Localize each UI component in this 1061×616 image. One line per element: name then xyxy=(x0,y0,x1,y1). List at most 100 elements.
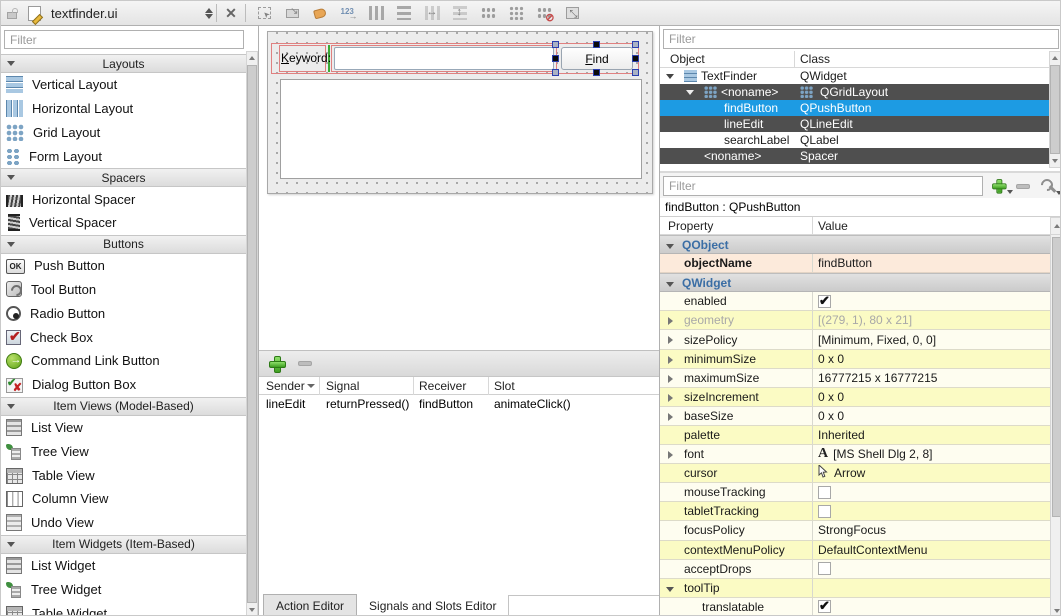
widget-box-item-list-view[interactable]: List View xyxy=(1,416,246,440)
object-inspector-row-lineEdit[interactable]: lineEditQLineEdit xyxy=(660,116,1049,132)
widget-box-section-buttons[interactable]: Buttons xyxy=(1,235,246,254)
widget-box-item-form-layout[interactable]: Form Layout xyxy=(1,144,246,168)
edit-tab-order-icon[interactable] xyxy=(338,3,358,23)
layout-horizontally-icon[interactable] xyxy=(366,3,386,23)
object-inspector-row-noname[interactable]: <noname>Spacer xyxy=(660,148,1049,164)
signals-column-header-signal[interactable]: Signal xyxy=(326,379,359,393)
expand-arrow-icon[interactable] xyxy=(668,375,673,383)
remove-connection-button[interactable] xyxy=(298,361,312,366)
scroll-up-icon[interactable] xyxy=(1050,52,1060,64)
adjust-size-icon[interactable] xyxy=(562,3,582,23)
property-value[interactable]: Inherited xyxy=(818,428,865,442)
edit-widgets-icon[interactable] xyxy=(254,3,274,23)
property-row-sizepolicy[interactable]: sizePolicy[Minimum, Fixed, 0, 0] xyxy=(660,330,1050,349)
widget-box-section-spacers[interactable]: Spacers xyxy=(1,168,246,187)
widget-box-item-table-view[interactable]: Table View xyxy=(1,463,246,487)
layout-vertical-splitter-icon[interactable] xyxy=(450,3,470,23)
widget-box-item-tool-button[interactable]: Tool Button xyxy=(1,278,246,302)
property-value[interactable]: StrongFocus xyxy=(818,523,886,537)
property-row-palette[interactable]: paletteInherited xyxy=(660,426,1050,445)
edit-document-icon[interactable] xyxy=(24,3,44,23)
property-row-contextmenupolicy[interactable]: contextMenuPolicyDefaultContextMenu xyxy=(660,541,1050,560)
expand-arrow-icon[interactable] xyxy=(668,413,673,421)
edit-buddies-icon[interactable] xyxy=(310,3,330,23)
property-row-tooltip[interactable]: toolTip xyxy=(660,579,1050,598)
widget-box-item-table-widget[interactable]: Table Widget xyxy=(1,601,246,616)
column-divider[interactable] xyxy=(488,377,489,395)
checkbox-checked-icon[interactable] xyxy=(818,600,831,613)
property-value[interactable]: 0 x 0 xyxy=(818,390,844,404)
checkbox-unchecked-icon[interactable] xyxy=(818,562,831,575)
lock-icon[interactable] xyxy=(2,3,22,23)
object-inspector-row-noname[interactable]: <noname>QGridLayout xyxy=(660,84,1049,100)
property-value[interactable]: DefaultContextMenu xyxy=(818,543,927,557)
break-layout-icon[interactable] xyxy=(534,3,554,23)
selection-handle[interactable] xyxy=(632,41,639,48)
expand-arrow-icon[interactable] xyxy=(668,317,673,325)
widget-box-section-item-widgets-item-based-[interactable]: Item Widgets (Item-Based) xyxy=(1,535,246,554)
sort-arrow-icon[interactable] xyxy=(307,384,315,388)
property-value[interactable]: 0 x 0 xyxy=(818,352,844,366)
property-scrollbar-thumb[interactable] xyxy=(1052,237,1061,517)
property-value[interactable] xyxy=(818,505,831,518)
selection-handle[interactable] xyxy=(632,69,639,76)
document-selector-spinner[interactable] xyxy=(205,8,213,19)
result-textedit[interactable] xyxy=(280,79,642,179)
keyword-label[interactable]: Keyword: xyxy=(281,51,331,65)
widget-box-scrollbar[interactable] xyxy=(246,51,258,616)
widget-box-item-tree-view[interactable]: Tree View xyxy=(1,439,246,463)
property-row-geometry[interactable]: geometry[(279, 1), 80 x 21] xyxy=(660,311,1050,330)
signals-cell[interactable]: findButton xyxy=(419,397,473,411)
widget-box-scrollbar-thumb[interactable] xyxy=(247,65,257,603)
property-row-sizeincrement[interactable]: sizeIncrement0 x 0 xyxy=(660,388,1050,407)
class-column-header[interactable]: Class xyxy=(800,52,830,66)
property-row-basesize[interactable]: baseSize0 x 0 xyxy=(660,407,1050,426)
add-connection-button[interactable] xyxy=(268,355,285,372)
property-row-maximumsize[interactable]: maximumSize16777215 x 16777215 xyxy=(660,369,1050,388)
property-value[interactable]: A[MS Shell Dlg 2, 8] xyxy=(818,446,933,462)
property-value[interactable]: Arrow xyxy=(818,465,865,481)
column-divider[interactable] xyxy=(413,377,414,395)
form-window[interactable]: Keyword: Find xyxy=(267,31,653,194)
tab-signals-and-slots-editor[interactable]: Signals and Slots Editor xyxy=(357,594,508,616)
find-button[interactable]: Find xyxy=(561,47,633,70)
property-value[interactable]: 0 x 0 xyxy=(818,409,844,423)
layout-grid-icon[interactable] xyxy=(478,3,498,23)
scroll-down-icon[interactable] xyxy=(247,604,257,616)
checkbox-checked-icon[interactable] xyxy=(818,295,831,308)
property-row-qobject[interactable]: QObject xyxy=(660,235,1050,254)
widget-box-item-horizontal-layout[interactable]: Horizontal Layout xyxy=(1,97,246,121)
expand-arrow-icon[interactable] xyxy=(686,90,694,95)
property-row-objectname[interactable]: objectNamefindButton xyxy=(660,254,1050,273)
widget-box-item-tree-widget[interactable]: Tree Widget xyxy=(1,577,246,601)
property-row-mousetracking[interactable]: mouseTracking xyxy=(660,483,1050,502)
property-column-header[interactable]: Property xyxy=(668,219,713,233)
column-divider[interactable] xyxy=(794,51,795,68)
column-divider[interactable] xyxy=(319,377,320,395)
property-value[interactable]: 16777215 x 16777215 xyxy=(818,371,937,385)
layout-vertically-icon[interactable] xyxy=(394,3,414,23)
expand-arrow-icon[interactable] xyxy=(668,336,673,344)
object-inspector-scrollbar[interactable] xyxy=(1049,51,1061,168)
widget-box-item-undo-view[interactable]: Undo View xyxy=(1,511,246,535)
object-column-header[interactable]: Object xyxy=(670,52,705,66)
layout-horizontal-splitter-icon[interactable] xyxy=(422,3,442,23)
property-row-focuspolicy[interactable]: focusPolicyStrongFocus xyxy=(660,521,1050,540)
widget-box-item-push-button[interactable]: OKPush Button xyxy=(1,254,246,278)
property-value[interactable] xyxy=(818,486,831,499)
scroll-down-icon[interactable] xyxy=(1050,155,1060,167)
signals-column-header-sender[interactable]: Sender xyxy=(266,379,305,393)
property-row-tablettracking[interactable]: tabletTracking xyxy=(660,502,1050,521)
widget-box-item-vertical-layout[interactable]: Vertical Layout xyxy=(1,73,246,97)
selection-handle[interactable] xyxy=(632,55,639,62)
object-inspector-filter-input[interactable] xyxy=(663,29,1059,49)
widget-box-item-check-box[interactable]: Check Box xyxy=(1,325,246,349)
close-document-button[interactable]: ✕ xyxy=(221,3,241,23)
column-divider[interactable] xyxy=(812,217,813,234)
edit-signals-slots-icon[interactable] xyxy=(282,3,302,23)
selection-handle[interactable] xyxy=(593,69,600,76)
property-value[interactable]: findButton xyxy=(818,256,872,270)
property-value[interactable]: [Minimum, Fixed, 0, 0] xyxy=(818,333,936,347)
checkbox-unchecked-icon[interactable] xyxy=(818,486,831,499)
expand-arrow-icon[interactable] xyxy=(668,394,673,402)
